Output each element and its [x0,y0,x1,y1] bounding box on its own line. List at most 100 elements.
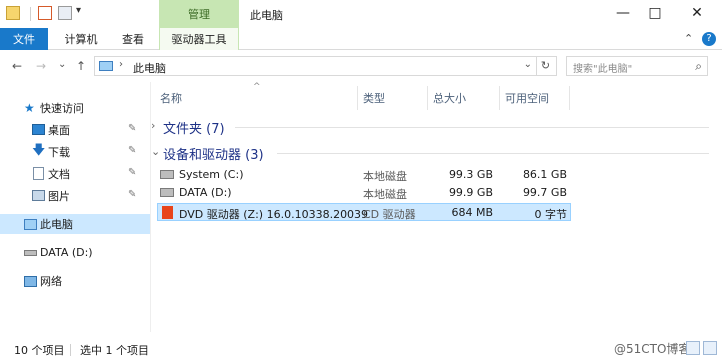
sidebar-item-label: 此电脑 [40,218,73,231]
quick-access-dropdown-icon[interactable]: ▾ [76,5,81,16]
close-button[interactable]: ✕ [682,4,712,22]
pc-icon [24,219,37,230]
tab-file[interactable]: 文件 [0,28,48,50]
drive-name: DATA (D:) [179,186,232,199]
table-row[interactable]: System (C:) 本地磁盘 99.3 GB 86.1 GB [157,166,571,184]
search-icon[interactable]: ⌕ [695,59,702,74]
recent-locations-icon[interactable]: ⌄ [58,59,66,70]
window-title: 此电脑 [250,9,283,22]
pin-icon[interactable]: ✎ [128,123,136,134]
download-icon: 🡇 [32,143,46,158]
selection-count: 选中 1 个项目 [80,344,149,357]
drive-total-size: 99.3 GB [448,168,493,181]
maximize-button[interactable]: □ [640,4,670,22]
sidebar-item-label: 下载 [48,146,70,159]
drive-icon [160,188,174,197]
status-bar: 10 个项目 选中 1 个项目 @51CTO博客 [0,336,722,363]
file-list: ^ 名称 类型 总大小 可用空间 › 文件夹 (7) ⌄ 设备和驱动器 (3) … [151,82,722,332]
search-input[interactable]: 搜索"此电脑" ⌕ [566,56,708,76]
office-dvd-icon [162,206,173,219]
status-divider [70,344,71,356]
drive-type: CD 驱动器 [363,208,416,221]
group-label: 设备和驱动器 (3) [163,148,264,163]
tab-computer[interactable]: 计算机 [56,28,106,50]
sidebar-item-label: 网络 [40,275,62,288]
details-view-icon[interactable] [686,341,700,355]
sidebar-item-quick-access[interactable]: ★ 快速访问 [0,98,150,118]
table-row[interactable]: DATA (D:) 本地磁盘 99.9 GB 99.7 GB [157,184,571,202]
sidebar-item-data-drive[interactable]: DATA (D:) [0,242,150,262]
sidebar-item-network[interactable]: 网络 [0,271,150,291]
chevron-down-icon[interactable]: ⌄ [524,59,532,70]
sidebar-item-label: 图片 [48,190,70,203]
navigation-bar: ← → ⌄ ↑ › 此电脑 ⌄ ↻ 搜索"此电脑" ⌕ [0,51,722,81]
desktop-icon [32,124,45,135]
search-placeholder: 搜索"此电脑" [573,64,633,75]
ribbon-tab-row: 文件 计算机 查看 驱动器工具 ⌃ ? [0,28,722,50]
sidebar-item-pictures[interactable]: 图片 ✎ [0,186,150,206]
help-icon[interactable]: ? [702,32,716,46]
table-row-selected[interactable]: DVD 驱动器 (Z:) 16.0.10338.20039 CD 驱动器 684… [157,203,571,221]
chevron-right-icon[interactable]: › [151,119,155,132]
picture-icon [32,190,45,201]
drive-name: System (C:) [179,168,244,181]
address-bar[interactable]: › 此电脑 ⌄ ↻ [94,56,557,76]
drive-type: 本地磁盘 [363,188,407,201]
group-header-folders[interactable]: › 文件夹 (7) [151,117,711,137]
sidebar-item-desktop[interactable]: 桌面 ✎ [0,120,150,140]
drive-total-size: 684 MB [451,206,493,219]
network-icon [24,276,37,287]
address-path[interactable]: 此电脑 [133,60,166,76]
sidebar-item-downloads[interactable]: 🡇 下载 ✎ [0,142,150,162]
forward-arrow-icon[interactable]: → [36,59,46,73]
sidebar-item-label: 快速访问 [40,102,84,115]
refresh-icon[interactable]: ↻ [536,57,554,75]
column-header-total-size[interactable]: 总大小 [433,90,466,106]
context-tab-group-label: 管理 [159,0,239,28]
group-divider [277,153,709,154]
chevron-down-icon[interactable]: ⌄ [151,145,160,158]
drive-name: DVD 驱动器 (Z:) 16.0.10338.20039 [179,208,369,221]
drive-icon [160,170,174,179]
column-divider[interactable] [427,86,428,110]
column-header-type[interactable]: 类型 [363,90,385,106]
sort-indicator-icon: ^ [253,82,261,92]
column-header-free-space[interactable]: 可用空间 [505,90,549,106]
group-header-devices[interactable]: ⌄ 设备和驱动器 (3) [151,143,711,163]
minimize-button[interactable]: — [608,4,638,22]
drive-icon [24,250,37,256]
drive-free-space: 0 字节 [534,208,568,221]
sidebar-item-this-pc[interactable]: 此电脑 [0,214,150,234]
column-divider[interactable] [569,86,570,110]
chevron-right-icon[interactable]: › [119,59,123,70]
tab-drive-tools[interactable]: 驱动器工具 [159,28,239,50]
column-divider[interactable] [357,86,358,110]
watermark: @51CTO博客 [614,342,691,356]
properties-icon[interactable] [38,6,52,20]
star-icon: ★ [24,101,35,115]
sidebar-item-label: DATA (D:) [40,245,93,259]
sidebar-item-label: 文档 [48,168,70,181]
pin-icon[interactable]: ✎ [128,145,136,156]
folder-icon[interactable] [6,6,20,20]
pin-icon[interactable]: ✎ [128,189,136,200]
document-icon [33,167,44,180]
item-count: 10 个项目 [14,344,65,357]
pin-icon[interactable]: ✎ [128,167,136,178]
quick-access-divider [30,7,31,21]
new-folder-icon[interactable] [58,6,72,20]
sidebar-item-label: 桌面 [48,124,70,137]
navigation-pane: ★ 快速访问 桌面 ✎ 🡇 下载 ✎ 文档 ✎ 图片 ✎ 此电脑 DATA (D… [0,82,150,332]
tab-view[interactable]: 查看 [114,28,152,50]
large-icons-view-icon[interactable] [703,341,717,355]
ribbon-collapse-icon[interactable]: ⌃ [684,32,693,45]
back-arrow-icon[interactable]: ← [12,59,22,73]
pc-icon [99,61,113,71]
drive-free-space: 99.7 GB [522,186,567,199]
drive-free-space: 86.1 GB [522,168,567,181]
column-divider[interactable] [499,86,500,110]
column-header-name[interactable]: 名称 [160,90,182,106]
sidebar-item-documents[interactable]: 文档 ✎ [0,164,150,184]
title-bar: ▾ 管理 此电脑 — □ ✕ [0,0,722,28]
up-arrow-icon[interactable]: ↑ [76,59,86,73]
